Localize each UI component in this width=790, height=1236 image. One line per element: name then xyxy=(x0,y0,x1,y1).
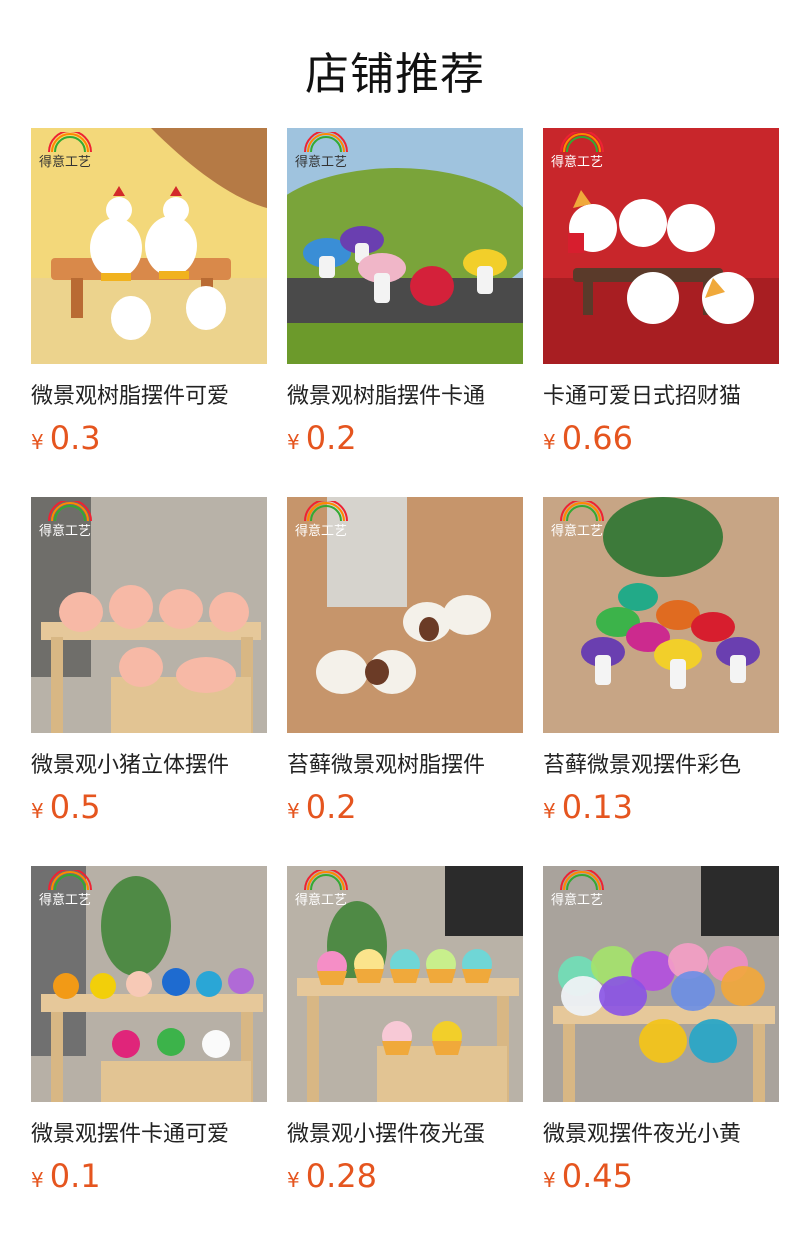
brand-logo: 得意工艺 xyxy=(291,132,361,178)
brand-logo: 得意工艺 xyxy=(35,870,105,916)
product-image[interactable]: 得意工艺 xyxy=(287,866,523,1102)
product-name[interactable]: 微景观树脂摆件卡通 xyxy=(287,382,523,412)
product-card[interactable]: 得意工艺 苔藓微景观摆件彩色 ¥0.13 xyxy=(543,497,779,831)
brand-logo: 得意工艺 xyxy=(547,132,617,178)
brand-logo: 得意工艺 xyxy=(291,870,361,916)
brand-logo: 得意工艺 xyxy=(35,501,105,547)
product-name[interactable]: 微景观摆件卡通可爱 xyxy=(31,1120,267,1150)
svg-text:得意工艺: 得意工艺 xyxy=(295,523,347,539)
product-card[interactable]: 得意工艺 微景观小摆件夜光蛋 ¥0.28 xyxy=(287,866,523,1200)
brand-logo: 得意工艺 xyxy=(547,870,617,916)
product-price: ¥0.2 xyxy=(287,787,523,831)
price-value: 0.66 xyxy=(561,419,633,457)
currency-symbol: ¥ xyxy=(543,1168,556,1192)
svg-text:得意工艺: 得意工艺 xyxy=(551,892,603,908)
price-value: 0.2 xyxy=(305,419,357,457)
product-card[interactable]: 得意工艺 微景观树脂摆件可爱 ¥0.3 xyxy=(31,128,267,462)
product-price: ¥0.45 xyxy=(543,1156,779,1200)
price-value: 0.28 xyxy=(305,1157,377,1195)
brand-logo: 得意工艺 xyxy=(35,132,105,178)
currency-symbol: ¥ xyxy=(543,430,556,454)
price-value: 0.1 xyxy=(49,1157,101,1195)
currency-symbol: ¥ xyxy=(543,799,556,823)
product-name[interactable]: 微景观小猪立体摆件 xyxy=(31,751,267,781)
currency-symbol: ¥ xyxy=(31,430,44,454)
page-title: 店铺推荐 xyxy=(305,49,485,100)
price-value: 0.13 xyxy=(561,788,633,826)
product-image[interactable]: 得意工艺 xyxy=(31,128,267,364)
product-price: ¥0.2 xyxy=(287,418,523,462)
product-name[interactable]: 卡通可爱日式招财猫 xyxy=(543,382,779,412)
product-card[interactable]: 得意工艺 微景观摆件夜光小黄 ¥0.45 xyxy=(543,866,779,1200)
currency-symbol: ¥ xyxy=(31,1168,44,1192)
product-card[interactable]: 得意工艺 微景观小猪立体摆件 ¥0.5 xyxy=(31,497,267,831)
svg-text:得意工艺: 得意工艺 xyxy=(551,154,603,170)
price-value: 0.3 xyxy=(49,419,101,457)
inset-photo xyxy=(701,866,779,936)
svg-text:得意工艺: 得意工艺 xyxy=(551,523,603,539)
product-name[interactable]: 微景观树脂摆件可爱 xyxy=(31,382,267,412)
product-image[interactable]: 得意工艺 xyxy=(31,866,267,1102)
product-image[interactable]: 得意工艺 xyxy=(287,497,523,733)
svg-text:得意工艺: 得意工艺 xyxy=(295,154,347,170)
product-card[interactable]: 得意工艺 卡通可爱日式招财猫 ¥0.66 xyxy=(543,128,779,462)
shop-recommend-page: 店铺推荐 得意工艺 微景观树脂摆件可爱 ¥ 0.3 得意工艺 微景观树脂摆件卡通… xyxy=(0,0,790,1236)
inset-photo xyxy=(445,866,523,936)
product-image[interactable]: 得意工艺 xyxy=(31,497,267,733)
product-name[interactable]: 苔藓微景观摆件彩色 xyxy=(543,751,779,781)
svg-text:得意工艺: 得意工艺 xyxy=(39,523,91,539)
product-price: ¥0.66 xyxy=(543,418,779,462)
brand-logo: 得意工艺 xyxy=(547,501,617,547)
currency-symbol: ¥ xyxy=(287,1168,300,1192)
product-card[interactable]: 得意工艺 微景观树脂摆件卡通 ¥0.2 xyxy=(287,128,523,462)
product-price: ¥0.1 xyxy=(31,1156,267,1200)
product-image[interactable]: 得意工艺 xyxy=(543,866,779,1102)
product-image[interactable]: 得意工艺 xyxy=(543,497,779,733)
currency-symbol: ¥ xyxy=(287,799,300,823)
svg-text:得意工艺: 得意工艺 xyxy=(39,154,91,170)
product-card[interactable]: 得意工艺 苔藓微景观树脂摆件 ¥0.2 xyxy=(287,497,523,831)
product-price: ¥0.28 xyxy=(287,1156,523,1200)
price-value: 0.45 xyxy=(561,1157,633,1195)
product-price: ¥0.13 xyxy=(543,787,779,831)
price-value: 0.2 xyxy=(305,788,357,826)
brand-logo: 得意工艺 xyxy=(291,501,361,547)
currency-symbol: ¥ xyxy=(287,430,300,454)
product-name[interactable]: 微景观小摆件夜光蛋 xyxy=(287,1120,523,1150)
product-price: ¥0.3 xyxy=(31,418,267,462)
product-name[interactable]: 微景观摆件夜光小黄 xyxy=(543,1120,779,1150)
product-image[interactable]: 得意工艺 xyxy=(543,128,779,364)
svg-text:得意工艺: 得意工艺 xyxy=(295,892,347,908)
product-name[interactable]: 苔藓微景观树脂摆件 xyxy=(287,751,523,781)
currency-symbol: ¥ xyxy=(31,799,44,823)
price-value: 0.5 xyxy=(49,788,101,826)
product-image[interactable]: 得意工艺 xyxy=(287,128,523,364)
product-card[interactable]: 得意工艺 微景观摆件卡通可爱 ¥0.1 xyxy=(31,866,267,1200)
svg-text:得意工艺: 得意工艺 xyxy=(39,892,91,908)
product-price: ¥0.5 xyxy=(31,787,267,831)
